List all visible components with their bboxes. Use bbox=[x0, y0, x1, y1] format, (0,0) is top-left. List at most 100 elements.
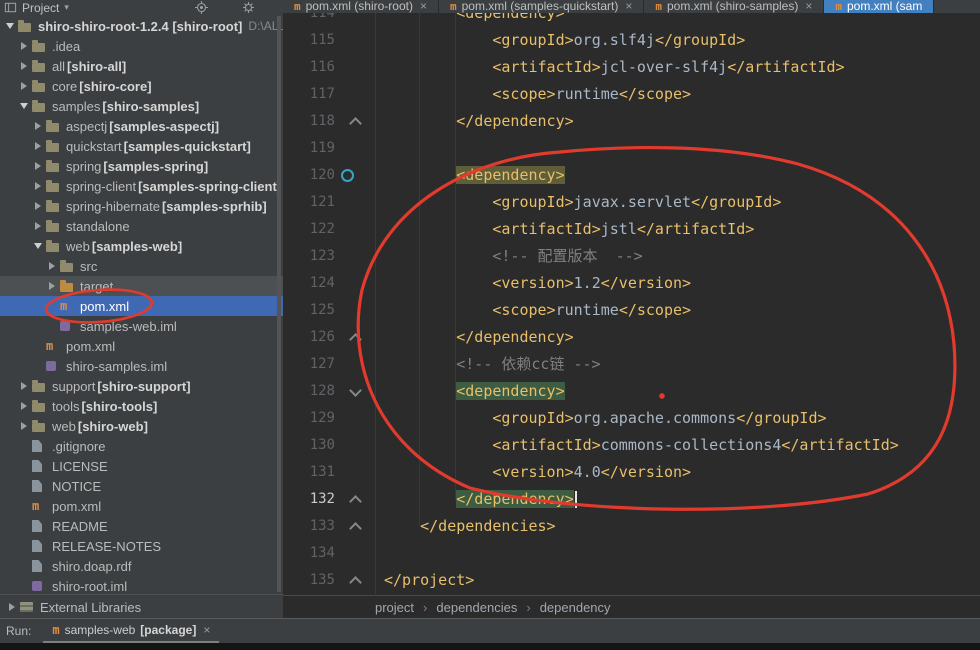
tree-arrow[interactable] bbox=[30, 222, 46, 230]
line-number[interactable]: 115 bbox=[283, 27, 335, 54]
editor-tab[interactable]: m pom.xml (sam bbox=[824, 0, 935, 13]
tree-item[interactable]: samples-web.iml bbox=[0, 316, 283, 336]
code-line[interactable]: 116 <artifactId>jcl-over-slf4j</artifact… bbox=[283, 54, 980, 81]
code-line[interactable]: 130 <artifactId>commons-collections4</ar… bbox=[283, 432, 980, 459]
tree-item[interactable]: quickstart [samples-quickstart] bbox=[0, 136, 283, 156]
tree-item[interactable]: NOTICE bbox=[0, 476, 283, 496]
tree-item[interactable]: standalone bbox=[0, 216, 283, 236]
line-number[interactable]: 132 bbox=[283, 486, 335, 513]
line-number[interactable]: 116 bbox=[283, 54, 335, 81]
line-number[interactable]: 130 bbox=[283, 432, 335, 459]
line-number[interactable]: 128 bbox=[283, 378, 335, 405]
tree-arrow[interactable] bbox=[30, 243, 46, 249]
code-line[interactable]: 127 <!-- 依赖cc链 --> bbox=[283, 351, 980, 378]
code-line[interactable]: 122 <artifactId>jstl</artifactId> bbox=[283, 216, 980, 243]
tree-arrow[interactable] bbox=[44, 262, 60, 270]
code-line[interactable]: 129 <groupId>org.apache.commons</groupId… bbox=[283, 405, 980, 432]
line-number[interactable]: 134 bbox=[283, 540, 335, 567]
tree-arrow[interactable] bbox=[4, 603, 20, 611]
tree-arrow[interactable] bbox=[2, 23, 18, 29]
code-line[interactable]: 121 <groupId>javax.servlet</groupId> bbox=[283, 189, 980, 216]
tree-item[interactable]: shiro.doap.rdf bbox=[0, 556, 283, 576]
close-icon[interactable]: × bbox=[805, 0, 812, 13]
fold-expand-icon[interactable] bbox=[348, 383, 362, 397]
tree-item[interactable]: web [samples-web] bbox=[0, 236, 283, 256]
fold-collapse-icon[interactable] bbox=[348, 332, 362, 346]
tree-item[interactable]: .idea bbox=[0, 36, 283, 56]
panel-splitter[interactable] bbox=[277, 16, 281, 592]
tree-item[interactable]: RELEASE-NOTES bbox=[0, 536, 283, 556]
breadcrumb-item[interactable]: project bbox=[375, 600, 414, 615]
line-number[interactable]: 135 bbox=[283, 567, 335, 594]
code-line[interactable]: 133 </dependencies> bbox=[283, 513, 980, 540]
tree-item[interactable]: spring-client [samples-spring-client] bbox=[0, 176, 283, 196]
code-line[interactable]: 126 </dependency> bbox=[283, 324, 980, 351]
line-number[interactable]: 120 bbox=[283, 162, 335, 189]
editor-tab[interactable]: m pom.xml (samples-quickstart) × bbox=[439, 0, 645, 13]
locate-icon[interactable] bbox=[195, 1, 208, 14]
code-line[interactable]: 128 <dependency> bbox=[283, 378, 980, 405]
tree-arrow[interactable] bbox=[16, 62, 32, 70]
tree-item[interactable]: LICENSE bbox=[0, 456, 283, 476]
line-number[interactable]: 118 bbox=[283, 108, 335, 135]
caret-down-icon[interactable]: ▾ bbox=[64, 2, 69, 13]
tree-arrow[interactable] bbox=[16, 422, 32, 430]
line-number[interactable]: 126 bbox=[283, 324, 335, 351]
fold-collapse-icon[interactable] bbox=[348, 575, 362, 589]
tree-item[interactable]: spring-hibernate [samples-sprhib] bbox=[0, 196, 283, 216]
tree-item[interactable]: m pom.xml bbox=[0, 496, 283, 516]
line-number[interactable]: 127 bbox=[283, 351, 335, 378]
tree-item[interactable]: README bbox=[0, 516, 283, 536]
tree-item[interactable]: spring [samples-spring] bbox=[0, 156, 283, 176]
tree-arrow[interactable] bbox=[30, 202, 46, 210]
tree-arrow[interactable] bbox=[16, 103, 32, 109]
code-line[interactable]: 119 bbox=[283, 135, 980, 162]
line-number[interactable]: 117 bbox=[283, 81, 335, 108]
tree-item[interactable]: tools [shiro-tools] bbox=[0, 396, 283, 416]
tree-item[interactable]: m pom.xml bbox=[0, 296, 283, 316]
tree-arrow[interactable] bbox=[30, 142, 46, 150]
tree-item-external-libraries[interactable]: External Libraries bbox=[0, 597, 283, 617]
tree-arrow[interactable] bbox=[16, 82, 32, 90]
fold-collapse-icon[interactable] bbox=[348, 116, 362, 130]
code-line[interactable]: 134 bbox=[283, 540, 980, 567]
editor-tab[interactable]: m pom.xml (shiro-root) × bbox=[283, 0, 439, 13]
code-line[interactable]: 124 <version>1.2</version> bbox=[283, 270, 980, 297]
tree-item[interactable]: .gitignore bbox=[0, 436, 283, 456]
line-number[interactable]: 121 bbox=[283, 189, 335, 216]
tree-item[interactable]: samples [shiro-samples] bbox=[0, 96, 283, 116]
close-icon[interactable]: × bbox=[420, 0, 427, 13]
close-icon[interactable]: × bbox=[625, 0, 632, 13]
code-line[interactable]: 117 <scope>runtime</scope> bbox=[283, 81, 980, 108]
tree-item[interactable]: aspectj [samples-aspectj] bbox=[0, 116, 283, 136]
code-line[interactable]: 135 </project> bbox=[283, 567, 980, 594]
fold-collapse-icon[interactable] bbox=[348, 494, 362, 508]
tree-arrow[interactable] bbox=[16, 42, 32, 50]
breadcrumb-item[interactable]: dependency bbox=[540, 600, 611, 615]
tree-arrow[interactable] bbox=[30, 162, 46, 170]
editor-tab[interactable]: m pom.xml (shiro-samples) × bbox=[644, 0, 825, 13]
tree-item[interactable]: m pom.xml bbox=[0, 336, 283, 356]
fold-collapse-icon[interactable] bbox=[348, 521, 362, 535]
code-line[interactable]: 120 <dependency> bbox=[283, 162, 980, 189]
tree-item[interactable]: support [shiro-support] bbox=[0, 376, 283, 396]
tree-item[interactable]: core [shiro-core] bbox=[0, 76, 283, 96]
line-number[interactable]: 133 bbox=[283, 513, 335, 540]
tree-item[interactable]: web [shiro-web] bbox=[0, 416, 283, 436]
tree-item[interactable]: shiro-root.iml bbox=[0, 576, 283, 596]
line-number[interactable]: 125 bbox=[283, 297, 335, 324]
code-line[interactable]: 123 <!-- 配置版本 --> bbox=[283, 243, 980, 270]
maven-sync-icon[interactable] bbox=[341, 169, 354, 182]
tree-arrow[interactable] bbox=[30, 122, 46, 130]
line-number[interactable]: 129 bbox=[283, 405, 335, 432]
tree-item[interactable]: all [shiro-all] bbox=[0, 56, 283, 76]
gear-icon[interactable] bbox=[242, 1, 255, 14]
tree-item[interactable]: target bbox=[0, 276, 283, 296]
line-number[interactable]: 131 bbox=[283, 459, 335, 486]
tree-item[interactable]: src bbox=[0, 256, 283, 276]
code-line[interactable]: 118 </dependency> bbox=[283, 108, 980, 135]
line-number[interactable]: 122 bbox=[283, 216, 335, 243]
line-number[interactable]: 124 bbox=[283, 270, 335, 297]
code-line[interactable]: 132 </dependency> bbox=[283, 486, 980, 513]
breadcrumb-item[interactable]: dependencies bbox=[436, 600, 517, 615]
